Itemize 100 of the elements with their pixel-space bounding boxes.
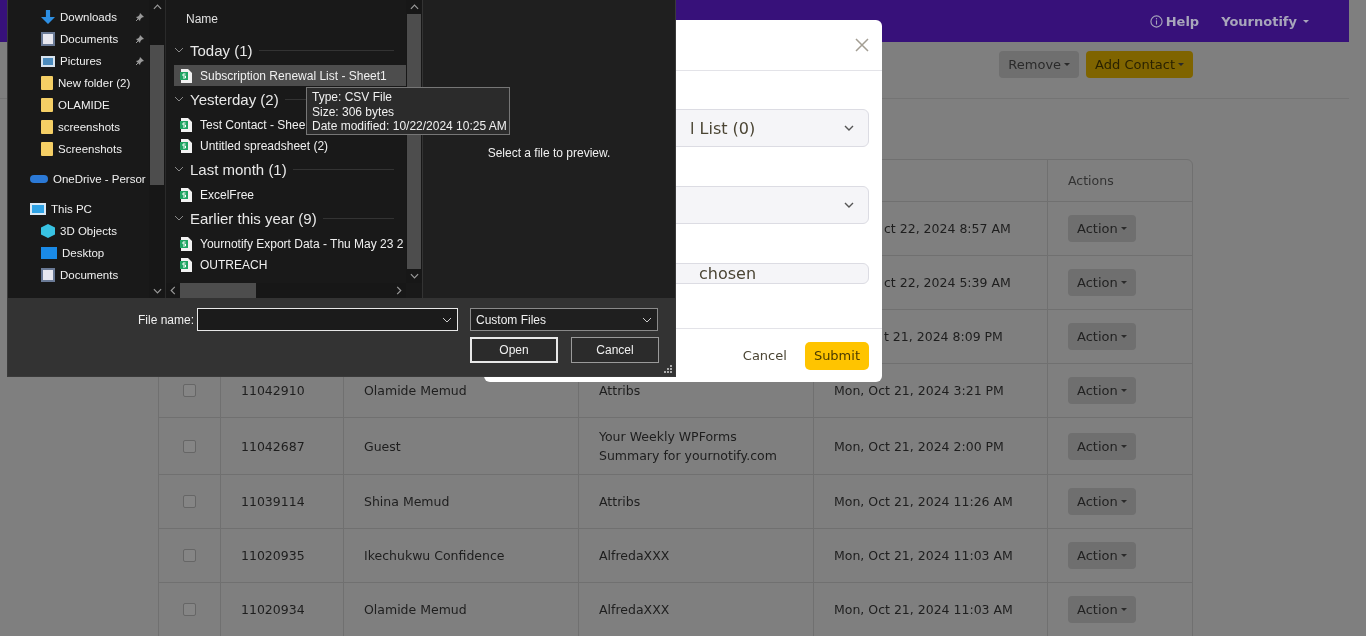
close-icon[interactable] — [855, 38, 869, 52]
navigation-item[interactable]: OLAMIDE — [8, 94, 149, 116]
caret-icon — [1120, 335, 1127, 338]
spreadsheet-icon — [180, 187, 192, 202]
desktop-icon — [41, 247, 57, 259]
group-heading: Yesterday (2) — [190, 90, 279, 108]
spreadsheet-icon — [180, 257, 192, 272]
pictures-icon — [41, 55, 55, 67]
file-name-label: File name: — [138, 312, 196, 327]
pin-icon — [135, 34, 145, 44]
group-heading: Last month (1) — [190, 160, 287, 178]
row-checkbox[interactable] — [183, 495, 196, 508]
column-header[interactable]: Name — [174, 0, 406, 37]
file-item[interactable]: OUTREACH — [174, 254, 406, 275]
info-icon — [1149, 14, 1163, 28]
column-heading: Actions — [1068, 173, 1114, 188]
folder-icon — [41, 120, 53, 134]
chevron-icon[interactable] — [174, 96, 184, 102]
table-cell-text: Attribs — [599, 493, 642, 511]
spreadsheet-icon — [180, 68, 192, 83]
navigation-item[interactable]: Documents — [8, 28, 149, 50]
scroll-right-icon[interactable] — [396, 286, 402, 295]
scroll-down-icon[interactable] — [152, 288, 162, 294]
chevron-icon[interactable] — [174, 215, 184, 221]
navigation-item[interactable]: New folder (2) — [8, 72, 149, 94]
open-button[interactable]: Open — [470, 337, 558, 363]
navigation-item[interactable]: Screenshots — [8, 138, 149, 160]
table-cell: Olamide Memud — [364, 602, 467, 617]
group-heading: Earlier this year (9) — [190, 209, 317, 227]
row-checkbox[interactable] — [183, 384, 196, 397]
table-cell: 11042910 — [241, 383, 305, 398]
row-checkbox[interactable] — [183, 439, 196, 453]
scroll-up-icon[interactable] — [152, 4, 162, 10]
table-cell: Ikechukwu Confidence — [364, 548, 505, 563]
submit-button[interactable]: Submit — [804, 341, 869, 370]
navigation-item[interactable]: This PC — [8, 198, 149, 220]
cloud-icon — [30, 175, 48, 183]
table-cell-text: Attribs — [599, 382, 642, 400]
navigation-item[interactable]: screenshots — [8, 116, 149, 138]
file-name-field[interactable] — [197, 308, 458, 331]
cancel-button[interactable]: Cancel — [736, 347, 793, 364]
caret-icon — [1120, 608, 1127, 611]
chevron-icon[interactable] — [174, 47, 184, 53]
folder-icon — [41, 142, 53, 156]
spreadsheet-icon — [180, 117, 192, 132]
caret-icon — [1120, 227, 1127, 230]
caret-icon — [1120, 444, 1127, 448]
row-checkbox[interactable] — [183, 603, 196, 616]
caret-icon — [1120, 281, 1127, 284]
spreadsheet-icon — [180, 138, 192, 153]
table-cell-text: Your Weekly WPForms Summary for yournotify.com — [599, 428, 778, 465]
account-menu[interactable]: Yournotify — [1221, 13, 1309, 29]
table-cell: Mon, Oct 21, 2024 2:00 PM — [834, 438, 1004, 454]
folder-icon — [41, 98, 53, 112]
chevron-icon[interactable] — [174, 166, 184, 172]
help-link[interactable]: Help — [1149, 13, 1200, 29]
navigation-item[interactable]: Desktop — [8, 242, 149, 264]
chevron-icon — [844, 125, 854, 131]
table-cell: Mon, Oct 21, 2024 11:26 AM — [834, 494, 1013, 509]
caret-icon — [1064, 63, 1071, 66]
file-item[interactable]: Yournotify Export Data - Thu May 23 2 — [174, 233, 406, 254]
scroll-up-icon[interactable] — [409, 4, 419, 10]
file-item[interactable]: Subscription Renewal List - Sheet1 — [174, 65, 406, 86]
table-cell: Olamide Memud — [364, 383, 467, 398]
file-item[interactable]: ExcelFree — [174, 184, 406, 205]
chevron-icon — [642, 316, 652, 323]
document-icon — [41, 268, 55, 282]
table-cell: 11042687 — [241, 438, 305, 454]
document-icon — [41, 32, 55, 46]
resize-grip-icon[interactable] — [664, 365, 672, 373]
pc-icon — [30, 203, 46, 215]
preview-message: Select a file to preview. — [487, 146, 611, 160]
row-checkbox[interactable] — [183, 549, 196, 562]
scroll-left-icon[interactable] — [170, 286, 176, 295]
table-cell: Guest — [364, 438, 401, 454]
navigation-item[interactable]: Documents — [8, 264, 149, 286]
chevron-icon — [442, 316, 452, 323]
caret-icon — [1120, 554, 1127, 557]
scroll-down-icon[interactable] — [409, 273, 419, 279]
navigation-item[interactable]: Pictures — [8, 50, 149, 72]
navigation-item[interactable]: 3D Objects — [8, 220, 149, 242]
cancel-button[interactable]: Cancel — [571, 337, 659, 363]
caret-icon — [1120, 389, 1127, 392]
file-item[interactable]: Untitled spreadsheet (2) — [174, 135, 406, 156]
table-cell: Mon, Oct 21, 2024 11:03 AM — [834, 548, 1013, 563]
spreadsheet-icon — [180, 236, 192, 251]
file-type-select[interactable]: Custom Files — [470, 308, 658, 331]
pin-icon — [135, 12, 145, 22]
table-cell: ct 22, 2024 5:39 AM — [884, 275, 1011, 290]
table-cell-text: AlfredaXXX — [599, 601, 671, 619]
navigation-item[interactable]: Downloads — [8, 6, 149, 28]
table-cell: t 21, 2024 8:09 PM — [884, 329, 1003, 344]
table-cell: Mon, Oct 21, 2024 11:03 AM — [834, 602, 1013, 617]
table-cell: ct 22, 2024 8:57 AM — [884, 221, 1011, 236]
pin-icon — [135, 56, 145, 66]
chevron-icon — [844, 202, 854, 208]
navigation-item[interactable]: OneDrive - Persor — [8, 168, 149, 190]
table-cell-text: AlfredaXXX — [599, 547, 671, 565]
table-cell: 11020934 — [241, 602, 305, 617]
folder-icon — [41, 76, 53, 90]
